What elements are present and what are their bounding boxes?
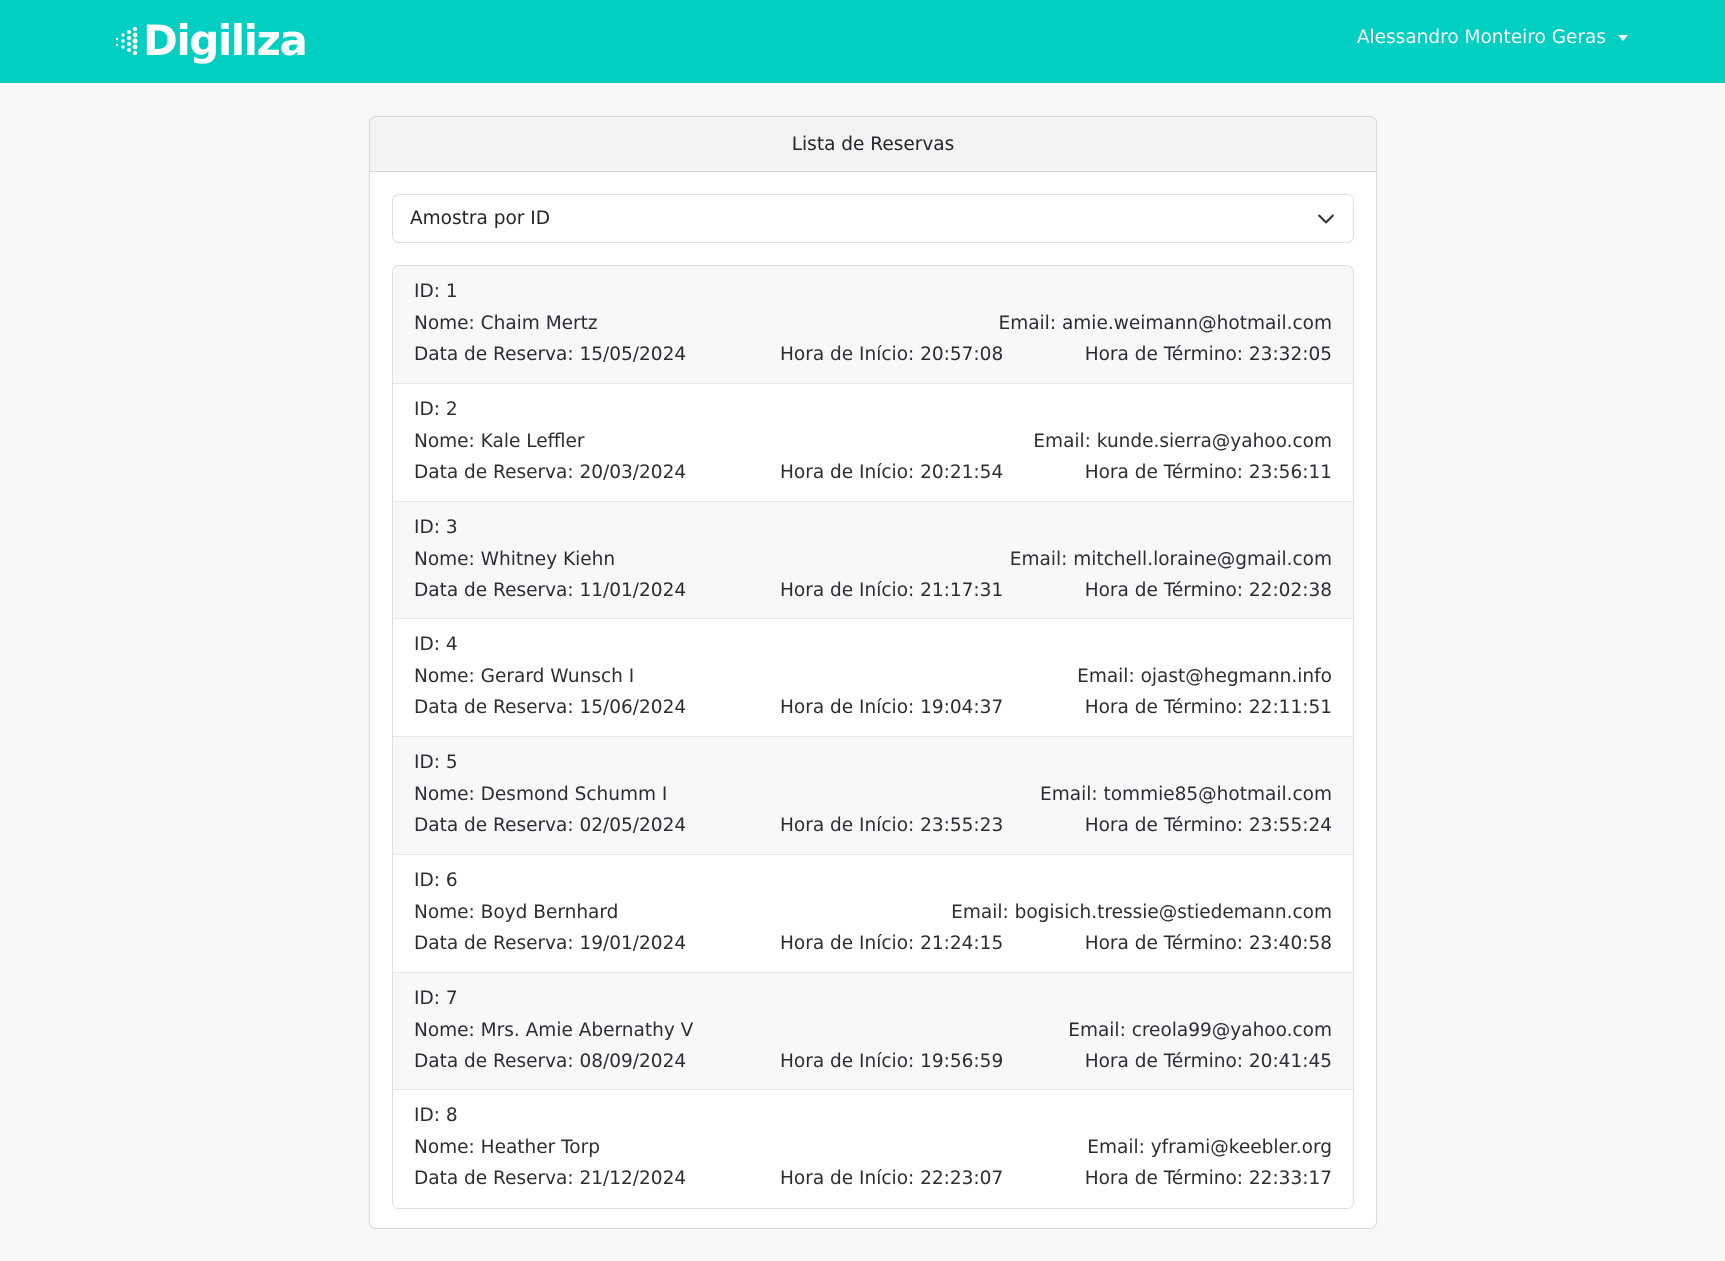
list-item[interactable]: ID: 8 Nome: Heather Torp Email: yframi@k…	[393, 1090, 1353, 1208]
reservation-start-time: Hora de Início: 22:23:07	[780, 1168, 1004, 1190]
reservation-name: Nome: Chaim Mertz	[414, 313, 598, 334]
reservation-date: Data de Reserva: 02/05/2024	[414, 815, 687, 836]
reservation-email: Email: ojast@hegmann.info	[1077, 666, 1332, 688]
reservation-start-time: Hora de Início: 23:55:23	[780, 815, 1004, 836]
reservation-start-time: Hora de Início: 19:04:37	[780, 697, 1004, 719]
reservation-end-time: Hora de Término: 20:41:45	[1084, 1050, 1332, 1072]
caret-down-icon	[1618, 34, 1628, 41]
reservation-end-time: Hora de Término: 22:11:51	[1084, 697, 1332, 719]
reservation-name: Nome: Boyd Bernhard	[414, 901, 619, 923]
list-item[interactable]: ID: 7 Nome: Mrs. Amie Abernathy V Email:…	[393, 972, 1353, 1091]
reservations-card: Lista de Reservas Amostra por ID ID: 1 N…	[369, 116, 1377, 1229]
reservation-end-time: Hora de Término: 23:32:05	[1084, 344, 1332, 365]
reservation-start-time: Hora de Início: 20:21:54	[780, 461, 1004, 483]
list-item[interactable]: ID: 6 Nome: Boyd Bernhard Email: bogisic…	[393, 854, 1353, 973]
reservation-name: Nome: Heather Torp	[414, 1137, 600, 1159]
reservation-name: Nome: Kale Leffler	[414, 430, 585, 452]
reservation-name: Nome: Mrs. Amie Abernathy V	[414, 1019, 694, 1041]
reservation-start-time: Hora de Início: 21:17:31	[780, 579, 1004, 601]
reservation-start-time: Hora de Início: 21:24:15	[780, 932, 1004, 954]
reservation-start-time: Hora de Início: 20:57:08	[780, 344, 1004, 365]
list-item[interactable]: ID: 3 Nome: Whitney Kiehn Email: mitchel…	[393, 501, 1353, 620]
user-name: Alessandro Monteiro Geras	[1356, 27, 1606, 48]
reservation-end-time: Hora de Término: 23:55:24	[1084, 815, 1332, 836]
reservation-id: ID: 7	[414, 987, 458, 1009]
reservation-email: Email: kunde.sierra@yahoo.com	[1033, 430, 1332, 452]
reservation-email: Email: tommie85@hotmail.com	[1040, 784, 1332, 805]
reservation-end-time: Hora de Término: 23:56:11	[1084, 461, 1332, 483]
reservation-date: Data de Reserva: 08/09/2024	[414, 1050, 687, 1072]
reservation-date: Data de Reserva: 15/06/2024	[414, 697, 687, 719]
reservation-id: ID: 1	[414, 281, 458, 302]
list-item[interactable]: ID: 5 Nome: Desmond Schumm I Email: tomm…	[393, 737, 1353, 855]
reservation-date: Data de Reserva: 11/01/2024	[414, 579, 687, 601]
reservation-email: Email: bogisich.tressie@stiedemann.com	[951, 901, 1332, 923]
reservation-end-time: Hora de Término: 23:40:58	[1084, 932, 1332, 954]
reservation-id: ID: 4	[414, 634, 458, 656]
reservation-id: ID: 8	[414, 1105, 458, 1127]
reservation-date: Data de Reserva: 15/05/2024	[414, 344, 687, 365]
dots-logo-icon	[115, 26, 138, 56]
brand-logo[interactable]: Digiliza	[113, 16, 308, 66]
list-item[interactable]: ID: 4 Nome: Gerard Wunsch I Email: ojast…	[393, 619, 1353, 737]
card-title: Lista de Reservas	[791, 133, 955, 155]
reservation-date: Data de Reserva: 21/12/2024	[414, 1168, 687, 1190]
reservation-email: Email: amie.weimann@hotmail.com	[998, 313, 1333, 334]
reservation-end-time: Hora de Término: 22:02:38	[1084, 579, 1332, 601]
list-item[interactable]: ID: 1 Nome: Chaim Mertz Email: amie.weim…	[393, 266, 1353, 384]
reservation-date: Data de Reserva: 19/01/2024	[414, 932, 687, 954]
reservation-id: ID: 2	[414, 398, 458, 420]
reservation-id: ID: 6	[414, 869, 458, 891]
card-header: Lista de Reservas	[370, 117, 1376, 172]
reservation-end-time: Hora de Término: 22:33:17	[1084, 1168, 1332, 1190]
reservation-id: ID: 3	[414, 516, 458, 538]
reservation-name: Nome: Whitney Kiehn	[414, 548, 616, 570]
reservation-name: Nome: Gerard Wunsch I	[414, 666, 635, 688]
reservation-email: Email: creola99@yahoo.com	[1068, 1019, 1332, 1041]
reservation-date: Data de Reserva: 20/03/2024	[414, 461, 687, 483]
chevron-down-icon	[1318, 214, 1334, 224]
reservation-email: Email: mitchell.loraine@gmail.com	[1009, 548, 1332, 570]
reservation-email: Email: yframi@keebler.org	[1087, 1137, 1332, 1159]
top-navbar: Digiliza Alessandro Monteiro Geras	[0, 0, 1725, 83]
sort-select[interactable]: Amostra por ID	[392, 194, 1354, 243]
user-menu-dropdown[interactable]: Alessandro Monteiro Geras	[1357, 27, 1628, 48]
reservation-id: ID: 5	[414, 752, 458, 773]
reservation-start-time: Hora de Início: 19:56:59	[780, 1050, 1004, 1072]
brand-name: Digiliza	[143, 16, 308, 65]
list-item[interactable]: ID: 2 Nome: Kale Leffler Email: kunde.si…	[393, 383, 1353, 502]
sort-select-value: Amostra por ID	[410, 208, 550, 229]
reservation-name: Nome: Desmond Schumm I	[414, 784, 668, 805]
reservations-list: ID: 1 Nome: Chaim Mertz Email: amie.weim…	[392, 265, 1354, 1209]
